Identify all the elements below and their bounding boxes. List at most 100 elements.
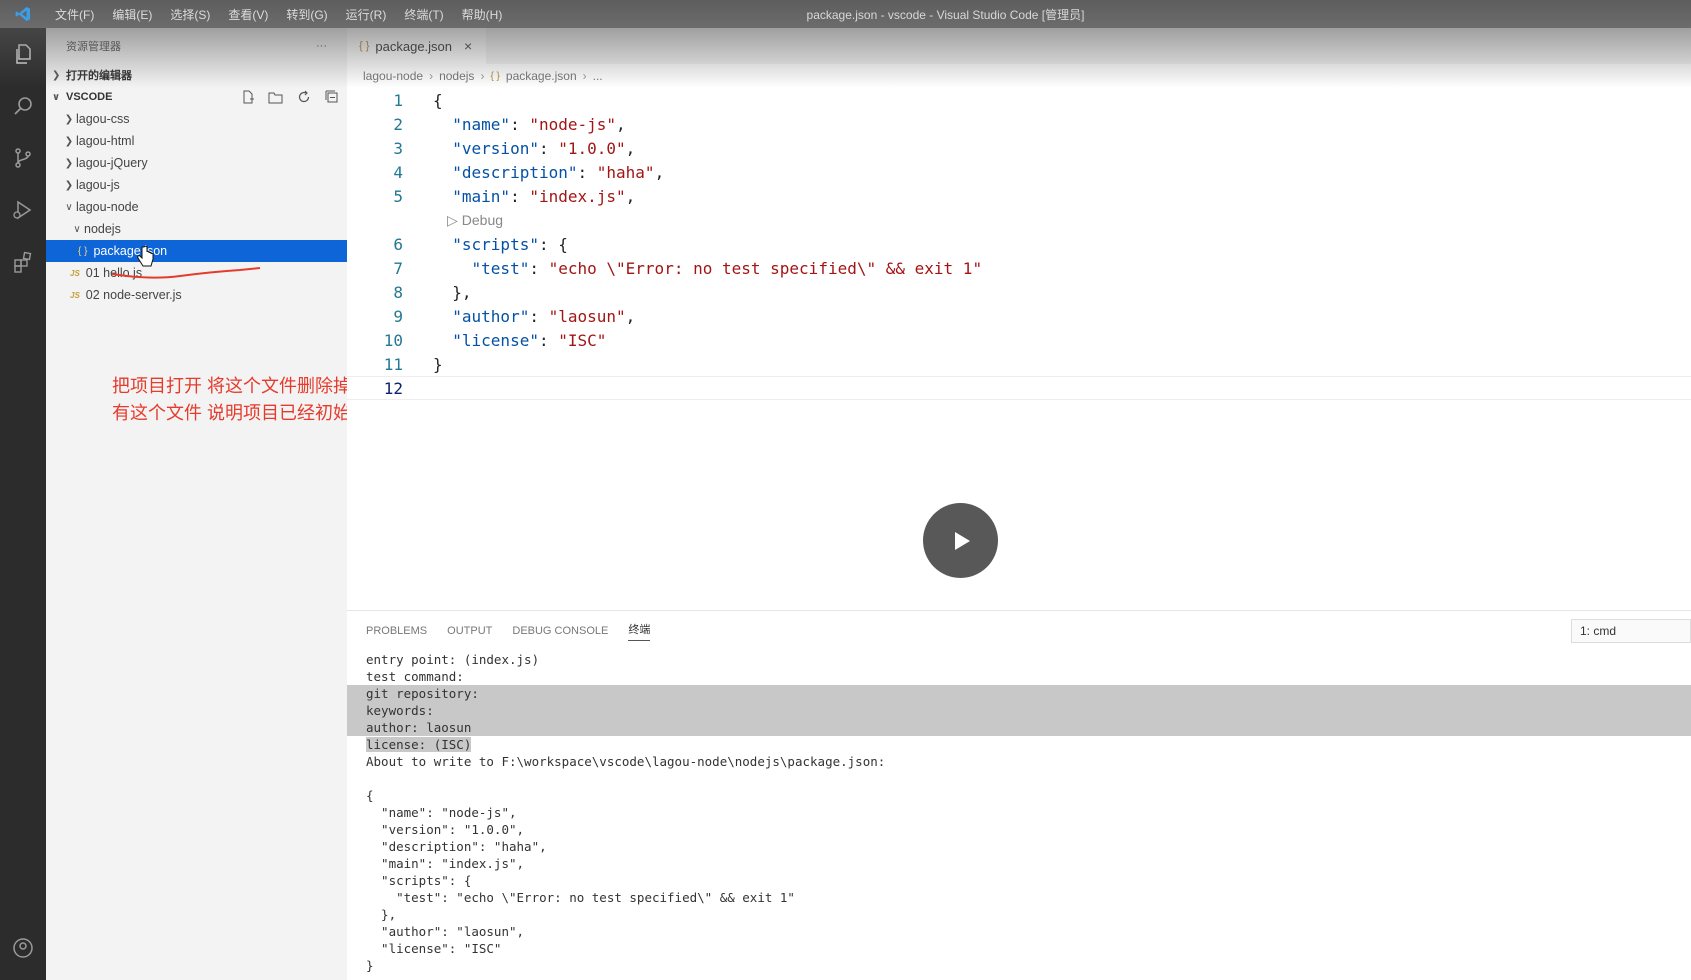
extensions-icon [14, 251, 32, 273]
workspace-label: VSCODE [66, 91, 113, 103]
terminal-line: About to write to F:\workspace\vscode\la… [366, 754, 886, 769]
breadcrumb: lagou-node › nodejs › { } package.json ›… [347, 64, 1691, 88]
tree-folder-lagou-jquery[interactable]: ❯ lagou-jQuery [46, 152, 347, 174]
more-actions-button[interactable]: ··· [316, 40, 327, 52]
line-number: 12 [383, 378, 403, 398]
tree-label: 02 node-server.js [85, 288, 182, 302]
terminal-line: } [366, 958, 374, 973]
terminal-line: "scripts": { [366, 873, 472, 888]
terminal-line: "license": "ISC" [366, 941, 502, 956]
terminal-line: "author": "laosun", [366, 924, 525, 939]
terminal-line-selected: git repository: [347, 685, 1691, 702]
extensions-button[interactable] [0, 236, 46, 288]
tree-folder-lagou-node[interactable]: ∨ lagou-node [46, 196, 347, 218]
code-line: 10 "license": "ISC" [347, 328, 1691, 352]
tree-label: lagou-jQuery [76, 156, 148, 170]
menu-view[interactable]: 查看(V) [219, 6, 277, 23]
tab-label: package.json [375, 38, 453, 54]
tree-file-package-json[interactable]: { } package.json [46, 240, 347, 262]
tree-label: lagou-html [76, 134, 135, 148]
menu-selection[interactable]: 选择(S) [161, 6, 219, 23]
terminal-line: test command: [366, 669, 464, 684]
terminal-line: "name": "node-js", [366, 805, 517, 820]
breadcrumb-item[interactable]: lagou-node [363, 69, 423, 83]
breadcrumb-item[interactable]: package.json [506, 69, 577, 83]
workspace-section[interactable]: ∨ VSCODE [46, 86, 347, 108]
code-line: 3 "version": "1.0.0", [347, 136, 1691, 160]
collapse-all-button[interactable] [323, 89, 341, 105]
tree-folder-lagou-js[interactable]: ❯ lagou-js [46, 174, 347, 196]
menu-help[interactable]: 帮助(H) [453, 6, 512, 23]
code-editor[interactable]: 1{ 2 "name": "node-js", 3 "version": "1.… [347, 88, 1691, 400]
breadcrumb-item[interactable]: ... [593, 69, 603, 83]
tree-label: lagou-css [76, 112, 130, 126]
code-line: 2 "name": "node-js", [347, 112, 1691, 136]
line-number: 1 [393, 90, 403, 110]
menu-edit[interactable]: 编辑(E) [103, 6, 161, 23]
line-number: 10 [383, 330, 403, 350]
menu-go[interactable]: 转到(G) [277, 6, 336, 23]
search-button[interactable] [0, 80, 46, 132]
new-file-button[interactable] [239, 89, 257, 105]
tree-file-node-server-js[interactable]: JS 02 node-server.js [46, 284, 347, 306]
tab-problems[interactable]: PROBLEMS [366, 625, 427, 637]
collapse-all-icon [325, 90, 338, 103]
menu-file[interactable]: 文件(F) [46, 6, 103, 23]
chevron-right-icon: › [480, 69, 485, 83]
refresh-button[interactable] [295, 89, 313, 105]
open-editors-section[interactable]: ❯ 打开的编辑器 [46, 64, 347, 86]
line-number: 8 [393, 282, 403, 302]
chevron-right-icon: › [582, 69, 587, 83]
terminal-select[interactable]: 1: cmd [1571, 619, 1691, 643]
line-number: 6 [393, 234, 403, 254]
breadcrumb-item[interactable]: nodejs [439, 69, 474, 83]
terminal-line: entry point: (index.js) [366, 652, 540, 667]
code-line: 4 "description": "haha", [347, 160, 1691, 184]
line-number: 7 [393, 258, 403, 278]
js-file-icon: JS [70, 268, 80, 278]
tree-label: package.json [93, 244, 168, 258]
line-number: 5 [393, 186, 403, 206]
tree-folder-lagou-css[interactable]: ❯ lagou-css [46, 108, 347, 130]
terminal-line-selected: keywords: [347, 702, 1691, 719]
tree-folder-lagou-html[interactable]: ❯ lagou-html [46, 130, 347, 152]
panel-tabs: PROBLEMS OUTPUT DEBUG CONSOLE 终端 [347, 611, 1691, 651]
menu-run[interactable]: 运行(R) [337, 6, 396, 23]
terminal-line: }, [366, 907, 397, 922]
vscode-logo-icon [0, 0, 46, 28]
source-control-button[interactable] [0, 132, 46, 184]
terminal-output[interactable]: entry point: (index.js) test command: gi… [347, 651, 1691, 974]
accounts-button[interactable] [0, 922, 46, 974]
menu-terminal[interactable]: 终端(T) [395, 6, 452, 23]
menu-bar: 文件(F) 编辑(E) 选择(S) 查看(V) 转到(G) 运行(R) 终端(T… [46, 6, 511, 23]
line-number: 2 [393, 114, 403, 134]
explorer-sidebar: 资源管理器 ··· ❯ 打开的编辑器 ∨ VSCODE ❯ lagou-css … [46, 28, 387, 980]
chevron-down-icon: ∨ [65, 201, 73, 213]
annotation-note: 把项目打开 将这个文件删除掉 有这个文件 说明项目已经初始化了 [112, 373, 387, 427]
red-underline-stroke [111, 267, 261, 279]
tab-package-json[interactable]: { } package.json × [347, 28, 487, 64]
explorer-button[interactable] [0, 28, 46, 80]
new-folder-button[interactable] [267, 89, 285, 105]
open-editors-label: 打开的编辑器 [66, 70, 132, 82]
tree-folder-nodejs[interactable]: ∨ nodejs [46, 218, 347, 240]
tab-debug-console[interactable]: DEBUG CONSOLE [512, 625, 608, 637]
chevron-right-icon: › [429, 69, 434, 83]
terminal-line-selected: author: laosun [347, 719, 1691, 736]
video-play-button[interactable] [923, 503, 998, 578]
terminal-line: "version": "1.0.0", [366, 822, 525, 837]
terminal-line-selected: license: (ISC) [347, 736, 1691, 753]
bottom-panel: PROBLEMS OUTPUT DEBUG CONSOLE 终端 1: cmd … [347, 610, 1691, 980]
tab-output[interactable]: OUTPUT [447, 625, 492, 637]
line-number: 11 [383, 354, 403, 374]
chevron-right-icon: ❯ [52, 69, 61, 81]
close-icon[interactable]: × [464, 38, 472, 54]
explorer-toolbar [239, 89, 341, 105]
run-debug-button[interactable] [0, 184, 46, 236]
debug-codelens[interactable]: ▷ Debug [347, 208, 1691, 232]
code-line: 5 "main": "index.js", [347, 184, 1691, 208]
json-file-icon: { } [78, 245, 88, 257]
tab-terminal[interactable]: 终端 [628, 621, 651, 641]
chevron-down-icon: ∨ [52, 91, 61, 103]
annotation-line-2: 有这个文件 说明项目已经初始化了 [112, 403, 387, 423]
